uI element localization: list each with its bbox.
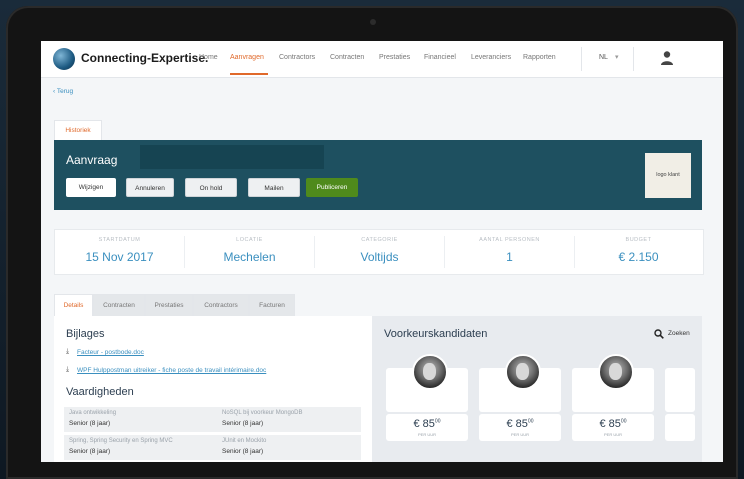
cancel-button[interactable]: Annuleren — [126, 178, 174, 197]
stat-label: LOCATIE — [236, 237, 263, 243]
avatar-face — [516, 363, 529, 380]
request-title: Aanvraag — [66, 153, 118, 167]
edit-button[interactable]: Wijzigen — [66, 178, 116, 197]
on-hold-button[interactable]: On hold — [185, 178, 237, 197]
skill-name: JUnit en Mockito — [222, 438, 267, 444]
tab-contracten[interactable]: Contracten — [93, 294, 145, 318]
laptop-frame: Connecting-Expertise. Home Aanvragen Con… — [6, 6, 738, 479]
skill-name: Spring, Spring Security en Spring MVC — [69, 438, 173, 444]
rate-unit: PER UUR — [603, 432, 622, 437]
chevron-down-icon[interactable]: ▾ — [615, 53, 619, 61]
tab-historiek[interactable]: Historiek — [54, 120, 102, 141]
candidate-card-body — [665, 368, 695, 412]
attachment-link[interactable]: WPF Hulppostman uitreiker - fiche poste … — [77, 367, 266, 374]
nav-item-rapporten[interactable]: Rapporten — [523, 54, 556, 61]
back-link[interactable]: ‹ Terug — [53, 88, 73, 95]
nav-divider — [581, 47, 582, 71]
publish-button[interactable]: Publiceren — [306, 178, 358, 197]
brand-logo-icon[interactable] — [53, 48, 75, 70]
candidate-rate — [665, 414, 695, 441]
camera-icon — [370, 19, 376, 25]
avatar-face — [423, 363, 436, 380]
skill-name: NoSQL bij voorkeur MongoDB — [222, 410, 303, 416]
skill-name: Java ontwikkeling — [69, 410, 117, 416]
tab-facturen[interactable]: Facturen — [249, 294, 295, 318]
skills-title: Vaardigheden — [66, 386, 134, 398]
skill-row: Java ontwikkeling Senior (8 jaar) NoSQL … — [64, 407, 361, 432]
skill-row: Spring, Spring Security en Spring MVC Se… — [64, 435, 361, 460]
nav-divider — [633, 47, 634, 71]
app-screen: Connecting-Expertise. Home Aanvragen Con… — [41, 41, 723, 462]
brand-name[interactable]: Connecting-Expertise. — [81, 51, 208, 65]
stat-aantal-personen: AANTAL PERSONEN 1 — [445, 230, 574, 274]
nav-item-contracten[interactable]: Contracten — [330, 54, 364, 61]
attachment-link[interactable]: Facteur - postbode.doc — [77, 349, 144, 356]
top-nav: Connecting-Expertise. Home Aanvragen Con… — [41, 41, 723, 78]
nav-item-prestaties[interactable]: Prestaties — [379, 54, 410, 61]
skill-level: Senior (8 jaar) — [69, 448, 111, 455]
stat-startdatum: STARTDATUM 15 Nov 2017 — [55, 230, 184, 274]
language-select[interactable]: NL — [599, 54, 608, 61]
nav-item-aanvragen[interactable]: Aanvragen — [230, 54, 264, 61]
candidate-card[interactable] — [665, 368, 695, 441]
candidate-rate: € 8500 PER UUR — [572, 414, 654, 441]
request-header: Aanvraag Wijzigen Annuleren On hold Mail… — [54, 140, 702, 210]
stat-categorie: CATEGORIE Voltijds — [315, 230, 444, 274]
avatar-face — [609, 363, 622, 380]
stat-budget: BUDGET € 2.150 — [574, 230, 703, 274]
skill-level: Senior (8 jaar) — [222, 420, 264, 427]
user-icon[interactable] — [660, 50, 674, 66]
nav-item-home[interactable]: Home — [199, 54, 218, 61]
candidates-title: Voorkeurskandidaten — [384, 328, 488, 340]
avatar[interactable] — [412, 354, 448, 390]
details-panel: Bijlages ⤓ Facteur - postbode.doc ⤓ WPF … — [54, 316, 372, 462]
tab-contractors[interactable]: Contractors — [193, 294, 249, 318]
rate-value: € 8500 — [599, 418, 627, 430]
stat-locatie: LOCATIE Mechelen — [185, 230, 314, 274]
stat-value: 1 — [506, 250, 513, 264]
active-nav-indicator — [230, 73, 268, 75]
download-icon[interactable]: ⤓ — [66, 348, 69, 356]
request-stats: STARTDATUM 15 Nov 2017 LOCATIE Mechelen … — [54, 229, 704, 275]
search-link[interactable]: Zoeken — [668, 330, 690, 337]
nav-item-leveranciers[interactable]: Leveranciers — [471, 54, 511, 61]
rate-value: € 8500 — [506, 418, 534, 430]
nav-item-financieel[interactable]: Financieel — [424, 54, 456, 61]
stat-label: BUDGET — [625, 237, 652, 243]
candidate-rate: € 8500 PER UUR — [479, 414, 561, 441]
attachments-title: Bijlages — [66, 328, 105, 340]
rate-unit: PER UUR — [417, 432, 436, 437]
skill-level: Senior (8 jaar) — [69, 420, 111, 427]
nav-item-contractors[interactable]: Contractors — [279, 54, 315, 61]
avatar[interactable] — [505, 354, 541, 390]
rate-unit: PER UUR — [510, 432, 529, 437]
avatar[interactable] — [598, 354, 634, 390]
stat-value: 15 Nov 2017 — [85, 250, 154, 264]
stat-label: AANTAL PERSONEN — [479, 237, 540, 243]
candidates-panel: Voorkeurskandidaten Zoeken € 8500 PER UU… — [372, 316, 702, 462]
download-icon[interactable]: ⤓ — [66, 366, 69, 374]
stat-value: Voltijds — [360, 250, 399, 264]
skill-level: Senior (8 jaar) — [222, 448, 264, 455]
mail-button[interactable]: Mailen — [248, 178, 300, 197]
stat-label: STARTDATUM — [98, 237, 141, 243]
stat-value: Mechelen — [223, 250, 276, 264]
tab-prestaties[interactable]: Prestaties — [145, 294, 193, 318]
tab-details[interactable]: Details — [54, 294, 93, 318]
stat-label: CATEGORIE — [361, 237, 398, 243]
search-icon[interactable] — [654, 329, 664, 339]
rate-value: € 8500 — [413, 418, 441, 430]
candidate-rate: € 8500 PER UUR — [386, 414, 468, 441]
redacted-title — [140, 145, 324, 169]
stat-value: € 2.150 — [618, 250, 659, 264]
client-logo: logo klant — [645, 153, 691, 198]
